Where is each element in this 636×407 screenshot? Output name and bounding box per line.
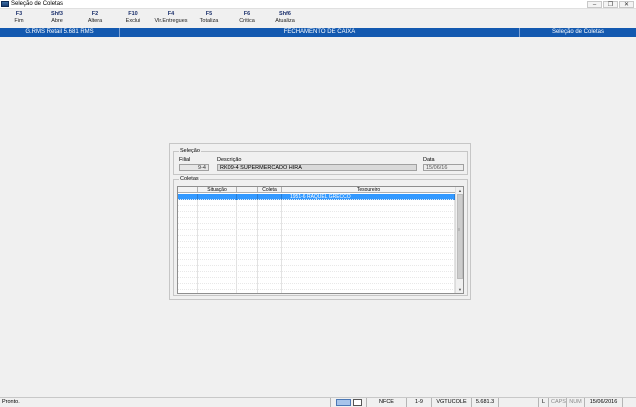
descricao-label: Descrição — [217, 157, 242, 163]
filial-field[interactable]: 9-4 — [179, 164, 209, 171]
close-icon[interactable]: ✕ — [619, 0, 634, 8]
table-row[interactable] — [178, 290, 455, 293]
altera-key: F2 — [91, 11, 99, 17]
scroll-up-icon[interactable]: ▲ — [456, 187, 464, 194]
grid-scrollbar[interactable]: ▲ ≡ ▼ — [455, 187, 463, 293]
table-cell — [258, 290, 282, 293]
status-icons — [330, 398, 366, 407]
coletas-group-title: Coletas — [179, 176, 200, 183]
window-title: Seleção de Coletas — [11, 1, 64, 7]
column-header-situacao[interactable]: Situação — [198, 187, 237, 193]
module-header: G.RMS Retail 5.681 RMS FECHAMENTO DE CAI… — [0, 28, 636, 37]
scroll-down-icon[interactable]: ▼ — [456, 286, 464, 293]
grid-header: Situação Coleta Tesoureiro — [178, 187, 455, 193]
keyboard-icon[interactable] — [335, 399, 351, 406]
column-header-coleta[interactable]: Coleta — [258, 187, 282, 193]
fim-key: F3 — [15, 11, 23, 17]
table-cell — [282, 290, 455, 293]
window-controls: – ❐ ✕ — [587, 0, 634, 8]
selection-panel: Seleção Filial Descrição Data 9-4 RK09-4… — [169, 143, 471, 300]
totaliza-label: Totaliza — [199, 18, 219, 24]
fim-label: Fim — [14, 18, 24, 24]
altera-label: Altera — [87, 18, 103, 24]
status-empty — [498, 398, 538, 407]
vlr-entregues-label: Vlr.Entregues — [154, 18, 188, 24]
vlr-entregues-key: F4 — [167, 11, 175, 17]
coletas-grid[interactable]: Situação Coleta Tesoureiro 1951-6 RAQUEL… — [177, 186, 464, 294]
card-icon[interactable] — [352, 399, 362, 406]
totaliza-button[interactable]: F5 Totaliza — [190, 9, 228, 28]
filial-label: Filial — [179, 157, 191, 163]
exclui-label: Exclui — [125, 18, 141, 24]
atualiza-key: Shf6 — [279, 11, 291, 17]
abre-key: Shf3 — [51, 11, 63, 17]
context-title: Seleção de Coletas — [551, 29, 605, 35]
selecao-group: Seleção Filial Descrição Data 9-4 RK09-4… — [173, 148, 468, 175]
fim-button[interactable]: F3 Fim — [0, 9, 38, 28]
status-bar: Pronto. NFCE 1-9 VGTUCOLE 5.681.3 L CAPS… — [0, 397, 636, 407]
screen-title: FECHAMENTO DE CAIXA — [120, 28, 520, 37]
exclui-button[interactable]: F10 Exclui — [114, 9, 152, 28]
status-user: VGTUCOLE — [431, 398, 471, 407]
altera-button[interactable]: F2 Altera — [76, 9, 114, 28]
descricao-field[interactable]: RK09-4 SUPERMERCADO HIRA — [217, 164, 417, 171]
critica-key: F6 — [243, 11, 251, 17]
app-icon — [1, 1, 9, 7]
exclui-key: F10 — [128, 11, 138, 17]
selecao-group-title: Seleção — [179, 148, 201, 155]
column-header-blank-2[interactable] — [237, 187, 258, 193]
window-titlebar: Seleção de Coletas – ❐ ✕ — [0, 0, 636, 9]
column-header-blank[interactable] — [178, 187, 198, 193]
data-label: Data — [423, 157, 435, 163]
abre-label: Abre — [51, 18, 63, 24]
status-caps: CAPS — [548, 398, 566, 407]
table-cell — [198, 290, 237, 293]
table-cell — [178, 290, 198, 293]
minimize-icon[interactable]: – — [587, 0, 602, 8]
grid-body: 1951-6 RAQUEL GRECCO — [178, 194, 455, 293]
atualiza-button[interactable]: Shf6 Atualiza — [266, 9, 304, 28]
critica-label: Critica — [239, 18, 255, 24]
status-l: L — [538, 398, 548, 407]
function-key-toolbar: F3 Fim Shf3 Abre F2 Altera F10 Exclui F4… — [0, 9, 636, 28]
status-date: 15/06/2016 — [584, 398, 622, 407]
status-end — [622, 398, 636, 407]
app-version-label: G.RMS Retail 5.681 RMS — [0, 28, 120, 37]
restore-icon[interactable]: ❐ — [603, 0, 618, 8]
status-message: Pronto. — [2, 399, 20, 405]
scroll-thumb[interactable] — [457, 194, 463, 279]
table-cell — [237, 290, 258, 293]
scroll-grip-icon: ≡ — [457, 227, 461, 232]
abre-button[interactable]: Shf3 Abre — [38, 9, 76, 28]
atualiza-label: Atualiza — [275, 18, 295, 24]
totaliza-key: F5 — [205, 11, 213, 17]
coletas-group: Coletas Situação Coleta Tesoureiro 1951-… — [173, 176, 468, 296]
critica-button[interactable]: F6 Critica — [228, 9, 266, 28]
status-nfce: NFCE — [366, 398, 406, 407]
column-header-tesoureiro[interactable]: Tesoureiro — [282, 187, 455, 193]
vlr-entregues-button[interactable]: F4 Vlr.Entregues — [152, 9, 190, 28]
status-num: NUM — [566, 398, 584, 407]
status-version: 5.681.3 — [471, 398, 498, 407]
data-field[interactable]: 15/06/16 — [423, 164, 464, 171]
status-filial: 1-9 — [406, 398, 431, 407]
